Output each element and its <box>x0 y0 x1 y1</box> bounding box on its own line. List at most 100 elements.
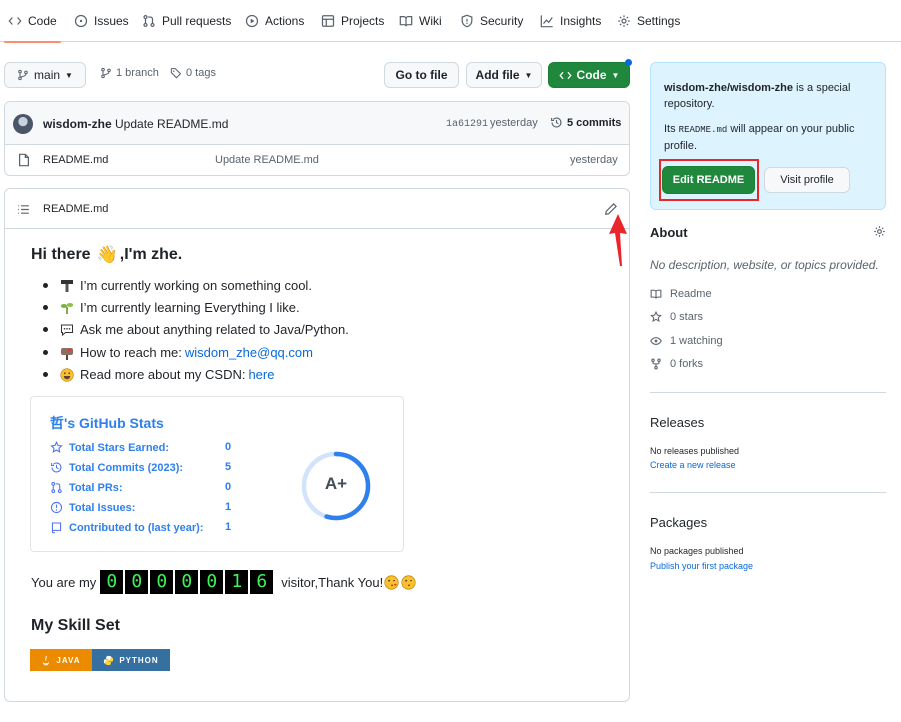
pull-request-icon <box>143 14 155 28</box>
counter-digit: 0 <box>100 570 124 594</box>
readme-bullet: Ask me about anything related to Java/Py… <box>43 322 349 337</box>
about-item-label: 1 watching <box>670 335 723 347</box>
readme-bullet: Read more about my CSDN: here <box>43 367 274 382</box>
tab-insights[interactable]: Insights <box>540 0 601 42</box>
tab-security[interactable]: Security <box>460 0 523 42</box>
about-item-readme[interactable]: Readme <box>650 288 712 300</box>
branch-icon <box>18 69 28 81</box>
python-badge[interactable]: PYTHON <box>92 649 170 671</box>
tab-settings[interactable]: Settings <box>617 0 680 42</box>
note-pre: Its <box>664 123 679 135</box>
tags-link[interactable]: 0 tags <box>170 67 216 79</box>
button-label: Code <box>576 68 607 82</box>
tab-label: Projects <box>341 14 385 28</box>
commit-sha[interactable]: 1a61291 <box>446 119 488 130</box>
packages-heading[interactable]: Packages <box>650 515 707 530</box>
stat-label: Total Issues: <box>69 501 136 514</box>
caret-down-icon: ▼ <box>65 70 73 80</box>
stat-row: Total PRs: <box>50 481 123 494</box>
about-heading: About <box>650 225 688 240</box>
branch-name: main <box>34 68 61 82</box>
stat-value: 0 <box>225 481 232 493</box>
tab-issues[interactable]: Issues <box>74 0 129 42</box>
tab-label: Wiki <box>419 14 442 28</box>
badge-label: JAVA <box>56 655 81 665</box>
add-file-button[interactable]: Add file ▼ <box>466 62 542 88</box>
commit-time: yesterday <box>490 117 538 129</box>
fork-icon <box>651 358 661 370</box>
star-icon <box>50 441 63 453</box>
java-icon <box>43 655 50 665</box>
readme-filename: README.md <box>43 203 109 215</box>
email-link[interactable]: wisdom_zhe@qq.com <box>185 345 313 360</box>
file-time: yesterday <box>570 154 618 166</box>
tab-label: Actions <box>265 14 305 28</box>
button-label: Visit profile <box>780 174 834 186</box>
readme-greeting: Hi there 👋 ,I'm zhe. <box>31 245 182 265</box>
tab-label: Security <box>480 14 524 28</box>
branch-icon <box>101 67 111 79</box>
commit-author[interactable]: wisdom-zhe <box>43 117 112 131</box>
publish-package-link[interactable]: Publish your first package <box>650 561 753 571</box>
branches-link[interactable]: 1 branch <box>100 67 159 79</box>
tab-actions[interactable]: Actions <box>245 0 304 42</box>
visitor-prefix: You are my <box>31 574 97 590</box>
tab-projects[interactable]: Projects <box>321 0 384 42</box>
shield-icon <box>461 14 473 28</box>
visit-profile-button[interactable]: Visit profile <box>764 167 850 193</box>
commits-link[interactable]: 5 commits <box>550 116 621 129</box>
visitor-counter: You are my 0 0 0 0 0 1 6 visitor,Thank Y… <box>31 570 416 594</box>
tab-wiki[interactable]: Wiki <box>399 0 442 42</box>
eye-icon <box>650 337 662 345</box>
badge-label: PYTHON <box>119 655 159 665</box>
repo-icon <box>51 522 62 534</box>
stat-row: Total Issues: <box>50 501 135 514</box>
gear-icon[interactable] <box>873 225 886 238</box>
commits-count: 5 commits <box>567 116 622 129</box>
csdn-link[interactable]: here <box>248 367 274 382</box>
tab-label: Insights <box>560 14 602 28</box>
avatar[interactable] <box>13 114 33 134</box>
list-icon[interactable] <box>17 203 30 216</box>
file-commit-message[interactable]: Update README.md <box>215 154 319 166</box>
about-item-label: Readme <box>670 288 712 300</box>
about-item-forks[interactable]: 0 forks <box>650 358 703 370</box>
readme-panel: README.md Hi there 👋 ,I'm zhe. I’m curre… <box>4 188 630 702</box>
kiss-face-icon <box>401 574 416 590</box>
github-stats-card[interactable]: 哲's GitHub Stats Total Stars Earned: 0 T… <box>30 396 404 552</box>
counter-digit: 1 <box>225 570 249 594</box>
tab-label: Issues <box>94 14 129 28</box>
branch-select-button[interactable]: main ▼ <box>4 62 86 88</box>
create-release-link[interactable]: Create a new release <box>650 460 736 470</box>
visitor-suffix: visitor,Thank You! <box>281 574 384 590</box>
branches-count: 1 branch <box>116 67 159 79</box>
stat-label: Total Commits (2023): <box>69 461 184 474</box>
note-code: README.md <box>678 125 728 135</box>
releases-heading[interactable]: Releases <box>650 415 704 430</box>
table-icon <box>321 15 335 27</box>
about-item-watching[interactable]: 1 watching <box>650 335 723 347</box>
java-badge[interactable]: JAVA <box>30 649 92 671</box>
tab-pull-requests[interactable]: Pull requests <box>142 0 231 42</box>
history-icon <box>551 117 562 128</box>
code-button[interactable]: Code ▼ <box>548 62 630 88</box>
play-icon <box>245 14 259 28</box>
file-icon <box>19 153 29 167</box>
counter-digit: 6 <box>250 570 274 594</box>
book-icon <box>399 16 413 27</box>
readme-bullet: I’m currently working on something cool. <box>43 278 312 293</box>
graph-icon <box>540 15 553 28</box>
construction-icon <box>60 279 74 293</box>
go-to-file-button[interactable]: Go to file <box>384 62 459 88</box>
stat-label: Contributed to (last year): <box>69 521 204 534</box>
about-item-stars[interactable]: 0 stars <box>650 311 703 323</box>
history-icon <box>51 462 62 473</box>
issue-icon <box>50 501 63 514</box>
bullet-text: Read more about my CSDN: <box>80 367 246 382</box>
python-icon <box>104 655 114 665</box>
tab-code[interactable]: Code <box>4 0 61 43</box>
file-name[interactable]: README.md <box>43 154 108 166</box>
seedling-icon <box>60 301 74 315</box>
code-icon <box>8 17 22 25</box>
commit-message[interactable]: Update README.md <box>115 117 228 131</box>
